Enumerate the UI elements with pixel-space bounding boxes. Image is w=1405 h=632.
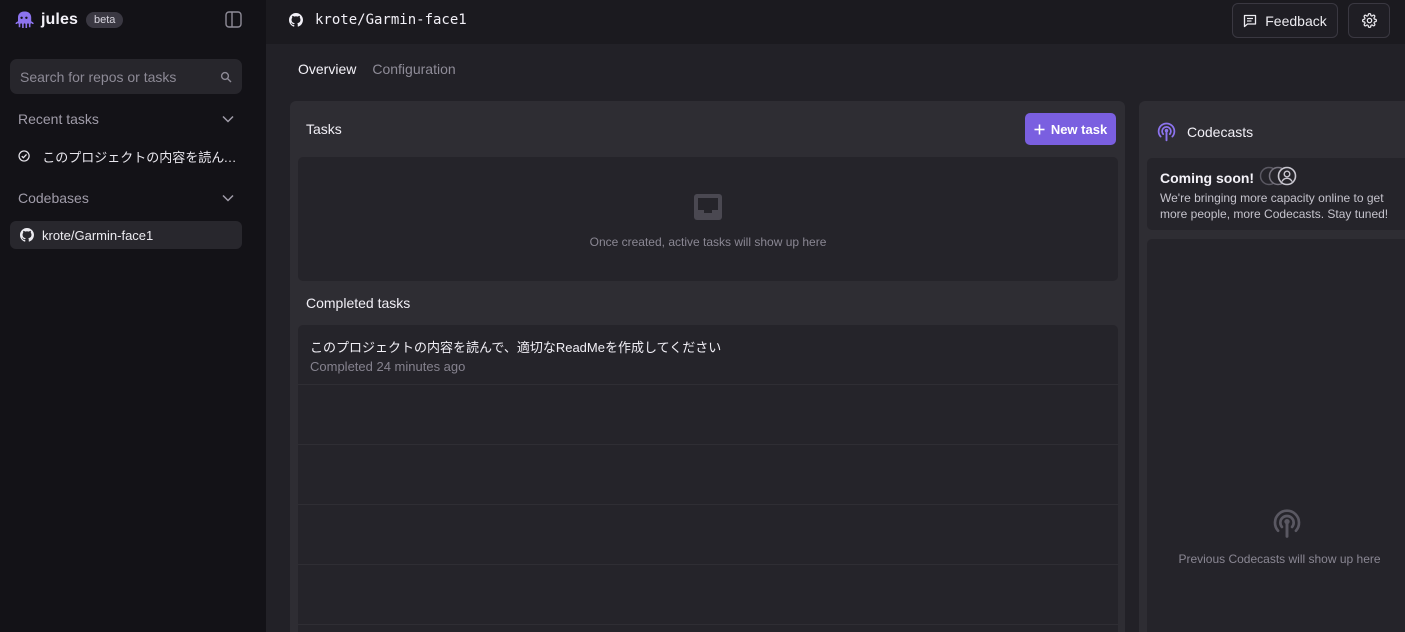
avatar-group-icon xyxy=(1259,166,1297,186)
github-icon xyxy=(289,13,303,27)
codebases-header[interactable]: Codebases xyxy=(18,190,234,206)
tab-configuration[interactable]: Configuration xyxy=(372,61,455,81)
completed-task-title: このプロジェクトの内容を読んで、適切なReadMeを作成してください xyxy=(310,340,722,355)
top-header: krote/Garmin-face1 Feedback xyxy=(266,0,1405,44)
chevron-down-icon xyxy=(222,115,234,123)
sidebar-panel-icon xyxy=(225,11,242,28)
podcast-icon xyxy=(1273,509,1301,538)
coming-soon-description: We're bringing more capacity online to g… xyxy=(1160,191,1389,221)
completed-task-row[interactable]: このプロジェクトの内容を読んで、適切なReadMeを作成してください Compl… xyxy=(298,325,1118,385)
coming-soon-card: Coming soon! We're bringing more capacit… xyxy=(1147,158,1405,230)
gear-icon xyxy=(1361,13,1377,28)
beta-badge: beta xyxy=(85,12,124,28)
codebases-label: Codebases xyxy=(18,190,89,206)
search-icon xyxy=(220,71,232,82)
previous-codecasts-empty-message: Previous Codecasts will show up here xyxy=(1178,552,1381,566)
codecasts-header: Codecasts xyxy=(1156,121,1253,142)
previous-codecasts-empty: Previous Codecasts will show up here xyxy=(1147,239,1405,632)
empty-list-row xyxy=(298,445,1118,505)
sidebar-recent-task[interactable]: このプロジェクトの内容を読んで、適... xyxy=(18,145,243,167)
feedback-button[interactable]: Feedback xyxy=(1232,3,1338,38)
new-task-button[interactable]: New task xyxy=(1025,113,1116,145)
search-box xyxy=(10,59,242,94)
active-tasks-empty: Once created, active tasks will show up … xyxy=(298,157,1118,281)
github-icon xyxy=(20,228,34,242)
recent-task-label: このプロジェクトの内容を読んで、適... xyxy=(42,149,243,165)
coming-soon-title: Coming soon! xyxy=(1160,170,1255,186)
tab-overview[interactable]: Overview xyxy=(298,61,356,81)
codebase-label: krote/Garmin-face1 xyxy=(42,227,154,243)
new-task-label: New task xyxy=(1050,121,1108,137)
plus-icon xyxy=(1034,124,1045,134)
completed-task-status: Completed 24 minutes ago xyxy=(310,359,466,374)
sidebar-codebase-item[interactable]: krote/Garmin-face1 xyxy=(10,221,242,249)
app-logo[interactable]: jules beta xyxy=(14,9,124,31)
tab-bar: Overview Configuration xyxy=(298,61,456,81)
podcast-icon xyxy=(1157,122,1176,142)
settings-button[interactable] xyxy=(1348,3,1390,38)
octopus-logo-icon xyxy=(15,11,34,28)
empty-list-row xyxy=(298,565,1118,625)
completed-tasks-title: Completed tasks xyxy=(306,295,411,311)
inbox-icon xyxy=(694,194,722,220)
tasks-title: Tasks xyxy=(306,121,342,137)
empty-list-row xyxy=(298,385,1118,445)
chevron-down-icon xyxy=(222,194,234,202)
search-input[interactable] xyxy=(20,68,220,85)
recent-tasks-header[interactable]: Recent tasks xyxy=(18,111,234,127)
sidebar: jules beta Recent tasks このプロジェクトの内容を読んで、… xyxy=(0,0,266,632)
repo-name: krote/Garmin-face1 xyxy=(315,12,467,28)
empty-list-row xyxy=(298,505,1118,565)
sidebar-toggle-button[interactable] xyxy=(225,11,242,28)
check-circle-icon xyxy=(18,150,30,162)
codecasts-panel: Codecasts Coming soon! We're bringing mo… xyxy=(1139,101,1405,632)
codecasts-title: Codecasts xyxy=(1187,123,1254,140)
completed-tasks-list: このプロジェクトの内容を読んで、適切なReadMeを作成してください Compl… xyxy=(298,325,1118,632)
recent-tasks-label: Recent tasks xyxy=(18,111,99,127)
tasks-panel: Tasks New task Once created, active task… xyxy=(290,101,1125,632)
feedback-label: Feedback xyxy=(1265,12,1327,29)
main-content: Overview Configuration Tasks New task On… xyxy=(266,44,1405,632)
message-square-icon xyxy=(1244,14,1257,27)
repo-title: krote/Garmin-face1 xyxy=(289,12,467,28)
active-tasks-empty-message: Once created, active tasks will show up … xyxy=(589,235,827,249)
app-name: jules xyxy=(41,11,78,28)
